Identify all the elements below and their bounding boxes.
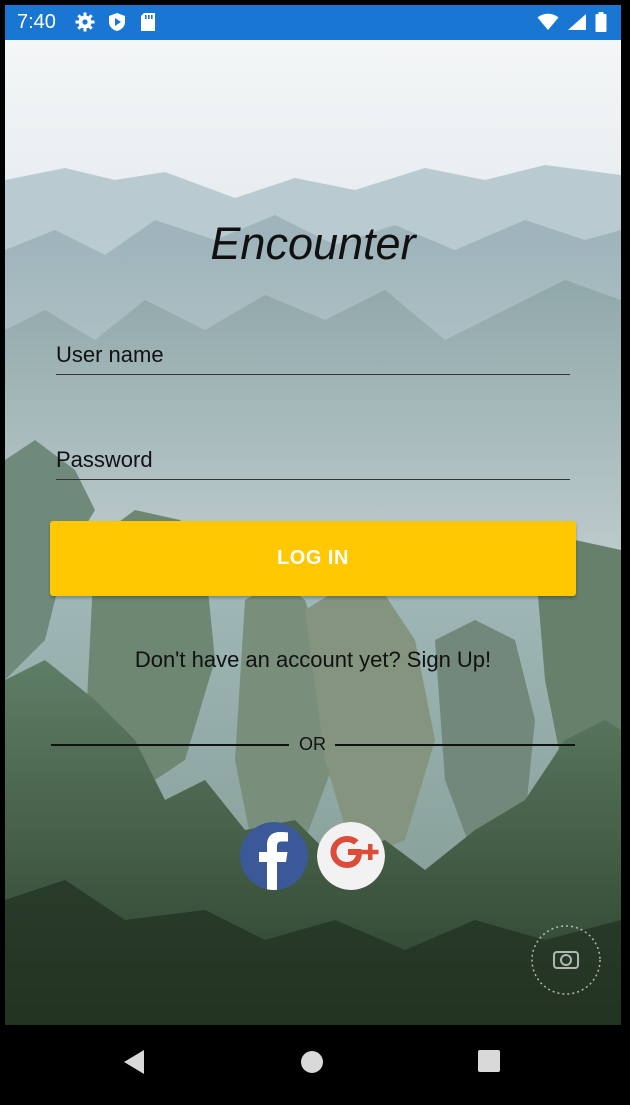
divider-or-label: OR bbox=[299, 734, 326, 754]
signup-row: Don't have an account yet? Sign Up! bbox=[5, 647, 621, 673]
status-icons-left bbox=[75, 12, 157, 32]
device-frame: 7:40 Encounter User name LOG IN Don't ha… bbox=[0, 0, 630, 1105]
divider-line-right bbox=[335, 744, 575, 746]
home-icon[interactable] bbox=[300, 1050, 324, 1074]
signup-link[interactable]: Sign Up! bbox=[407, 647, 491, 672]
back-icon[interactable] bbox=[122, 1049, 146, 1075]
password-field[interactable] bbox=[56, 433, 570, 480]
gear-icon bbox=[75, 12, 95, 32]
password-input[interactable] bbox=[56, 447, 570, 473]
signup-prompt: Don't have an account yet? bbox=[134, 647, 401, 672]
recents-icon[interactable] bbox=[478, 1050, 500, 1072]
sd-card-icon bbox=[141, 13, 155, 31]
wifi-icon bbox=[537, 13, 559, 30]
facebook-icon[interactable] bbox=[240, 822, 308, 890]
status-bar: 7:40 bbox=[5, 5, 621, 40]
cell-signal-icon bbox=[568, 14, 586, 30]
app-title: Encounter bbox=[210, 218, 416, 269]
divider-line-left bbox=[51, 744, 289, 746]
login-button[interactable]: LOG IN bbox=[50, 521, 576, 596]
login-screen: Encounter LOG IN Don't have an account y… bbox=[5, 40, 621, 1025]
status-icons-right bbox=[537, 12, 607, 32]
username-input[interactable] bbox=[56, 342, 570, 368]
status-time: 7:40 bbox=[17, 11, 56, 33]
username-field[interactable] bbox=[56, 328, 570, 375]
battery-icon bbox=[595, 12, 607, 32]
play-protect-icon bbox=[109, 13, 125, 31]
navigation-bar bbox=[0, 1025, 630, 1105]
google-plus-icon[interactable] bbox=[317, 822, 385, 890]
